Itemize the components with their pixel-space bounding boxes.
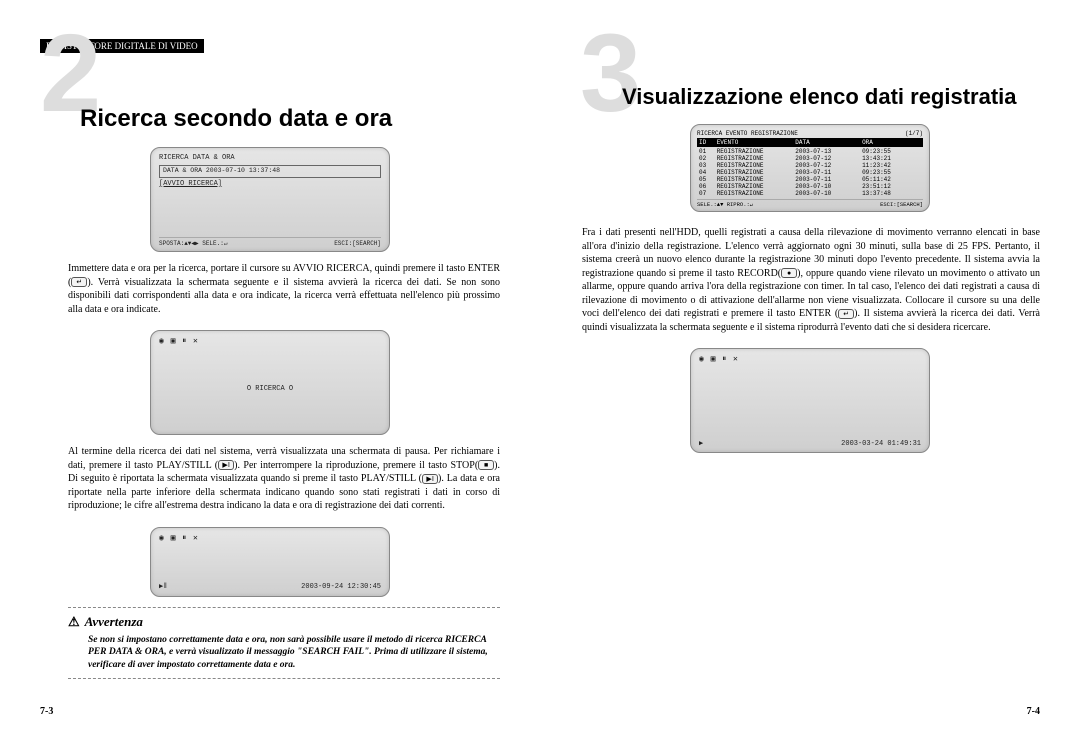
paragraph-2: Al termine della ricerca dei dati nel si…: [68, 445, 500, 513]
table-hint-left: SELE.:▲▼ RIPRO.:↵: [697, 201, 753, 208]
status-icons: ◉ ▣ ⏸ ✕: [159, 534, 381, 544]
stop-icon: ■: [478, 460, 494, 470]
table-row: 05REGISTRAZIONE2003-07-1105:11:42: [697, 176, 923, 183]
playstill-icon: ▶ǁ: [218, 460, 234, 470]
table-row: 02REGISTRAZIONE2003-07-1213:43:21: [697, 155, 923, 162]
table-row: 07REGISTRAZIONE2003-07-1013:37:48: [697, 190, 923, 197]
warning-title: Avvertenza: [68, 614, 500, 630]
enter-icon: ↵: [838, 309, 854, 319]
enter-icon: ↵: [71, 277, 87, 287]
table-title: RICERCA EVENTO REGISTRAZIONE: [697, 130, 798, 137]
screen-playback: ◉ ▣ ⏸ ✕ ▶ǁ 2003-09-24 12:30:45: [150, 527, 390, 597]
paragraph-right: Fra i dati presenti nell'HDD, quelli reg…: [582, 226, 1040, 334]
paragraph-1: Immettere data e ora per la ricerca, por…: [68, 262, 500, 316]
warning-box: Avvertenza Se non si impostano correttam…: [68, 607, 500, 679]
screen-dateline: DATA & ORA 2003-07-10 13:37:48: [159, 165, 381, 177]
table-row: 01REGISTRAZIONE2003-07-1309:23:55: [697, 148, 923, 155]
playback-indicator: ▶ǁ: [159, 583, 167, 592]
page-number: 7-3: [40, 706, 53, 717]
screen-hint-left: SPOSTA:▲▼◀▶ SELE.:↵: [159, 240, 227, 248]
screen-playback-right: ◉ ▣ ⏸ ✕ ▶ 2003-03-24 01:49:31: [690, 348, 930, 453]
screen-title: RICERCA DATA & ORA: [159, 154, 381, 163]
screen-hint-right: ESCI:[SEARCH]: [334, 240, 381, 248]
table-hint-right: ESCI:[SEARCH]: [880, 201, 923, 208]
page-number: 7-4: [1027, 706, 1040, 717]
page-right: 3 Visualizzazione elenco dati registrati…: [540, 0, 1080, 739]
timestamp: 2003-03-24 01:49:31: [841, 440, 921, 449]
record-icon: ●: [781, 268, 797, 278]
section-title-right: Visualizzazione elenco dati registratia: [622, 84, 1040, 110]
screen-event-list: RICERCA EVENTO REGISTRAZIONE (1/7) IDEVE…: [690, 124, 930, 212]
table-row: 04REGISTRAZIONE2003-07-1109:23:55: [697, 169, 923, 176]
screen-start-search: [AVVIO RICERCA]: [159, 180, 381, 189]
page-left: REGISTRATORE DIGITALE DI VIDEO 2 Ricerca…: [0, 0, 540, 739]
warning-body: Se non si impostano correttamente data e…: [88, 634, 500, 672]
table-page-indicator: (1/7): [905, 130, 923, 137]
timestamp: 2003-09-24 12:30:45: [301, 583, 381, 592]
table-header: IDEVENTODATAORA: [697, 138, 923, 147]
playstill-icon: ▶ǁ: [422, 474, 438, 484]
status-icons: ◉ ▣ ⏸ ✕: [159, 337, 381, 347]
searching-label: O RICERCA O: [159, 385, 381, 394]
playback-indicator: ▶: [699, 440, 703, 449]
screen-searching: ◉ ▣ ⏸ ✕ O RICERCA O: [150, 330, 390, 435]
table-row: 06REGISTRAZIONE2003-07-1023:51:12: [697, 183, 923, 190]
status-icons: ◉ ▣ ⏸ ✕: [699, 355, 921, 365]
section-title-left: Ricerca secondo data e ora: [80, 105, 500, 133]
table-row: 03REGISTRAZIONE2003-07-1211:23:42: [697, 162, 923, 169]
screen-search-date: RICERCA DATA & ORA DATA & ORA 2003-07-10…: [150, 147, 390, 252]
